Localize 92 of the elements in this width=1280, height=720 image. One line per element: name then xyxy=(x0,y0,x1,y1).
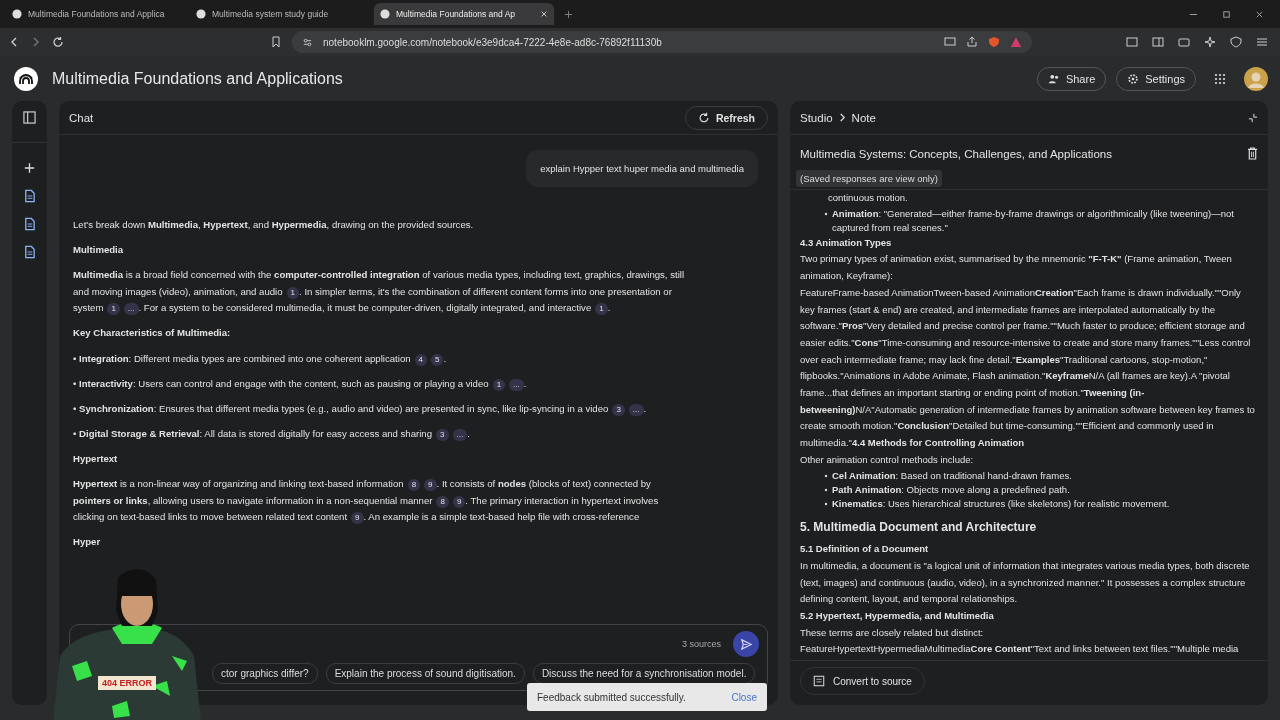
note-title: Multimedia Systems: Concepts, Challenges, and Applications xyxy=(800,147,1112,160)
document-icon[interactable] xyxy=(23,217,36,231)
citation-link[interactable]: 1 xyxy=(595,303,608,316)
citation-link[interactable]: 9 xyxy=(452,495,466,508)
trash-icon[interactable] xyxy=(1247,147,1258,160)
note-paragraph: In multimedia, a document is "a logical unit of information that integrates various media types, both discrete (text, images) and continuous (audio, video), in a synchronized manner." It possesses a complex structure defining content, layout, and temporal relationships. xyxy=(800,558,1251,607)
section-heading: Key Characteristics of Multimedia: xyxy=(73,326,232,341)
subsection-heading: 5.1 Definition of a Document xyxy=(800,542,930,557)
close-icon[interactable] xyxy=(540,10,548,18)
citation-link[interactable]: 5 xyxy=(431,353,444,366)
section-heading: 5. Multimedia Document and Architecture xyxy=(800,518,1038,536)
breadcrumb-current: Note xyxy=(851,111,876,124)
section-heading: Hypertext xyxy=(73,451,119,466)
paragraph: • Digital Storage & Retrieval: All data is stored digitally for easy access and sharing 3 ... . xyxy=(73,426,471,443)
menu-icon[interactable] xyxy=(1256,36,1268,48)
panel-toggle-icon[interactable] xyxy=(23,111,36,124)
settings-icon xyxy=(1127,72,1140,85)
paragraph: Hypertext is a non-linear way of organizing and linking text-based information 8 9 . It consists of nodes (blocks of text) connected by pointers or links, allowing users to navigate information in a non-sequential manner 8 9 . The primary interaction in hypertext involves clicking on text-based links to move between related text content 9 . An example is a simple text-based help file with cross-reference xyxy=(73,477,660,526)
note-paragraph: FeatureFrame-based AnimationTween-based AnimationCreation"Each frame is drawn individually.""Only key frames (start & end) are created, and intermediate frames are interpolated automatically by the software."Pros"Very detailed and precise control per frame.""Much faster to produce; efficient storage and easier edits."Cons"Time-consuming and resource-intensive to create and store many frames.""Less control over each intermediate frame; may lack fine detail."Examples"Traditional cartoons, stop-motion," flipbooks."Animations in Adobe Animate, Flash animation."KeyframeN/A (all frames are key).A "pivotal frame...that defines an important starting or ending point of motion."Tweening (in-betweening)N/A"Automatic generation of intermediate frames by animation software between key frames to create smooth motion."Conclusion"Detailed but time-consuming.""Efficient and commonly used in multimedia."4.4 Methods for Controlling Animation xyxy=(800,285,1256,451)
view-only-notice: (Saved responses are view only) xyxy=(796,170,942,187)
subsection-heading: 4.3 Animation Types xyxy=(800,235,893,250)
tab-favicon-icon xyxy=(196,9,206,19)
collapse-icon[interactable] xyxy=(1248,112,1258,123)
add-icon[interactable] xyxy=(23,161,36,175)
citation-link[interactable]: 9 xyxy=(351,512,364,525)
note-paragraph: Other animation control methods include: xyxy=(800,452,975,467)
app-logo-icon[interactable] xyxy=(14,66,38,91)
apps-grid-icon[interactable] xyxy=(1214,72,1226,85)
citation-link[interactable]: 8 xyxy=(436,495,449,508)
close-link[interactable]: Close xyxy=(731,691,757,703)
citation-link[interactable]: ... xyxy=(452,428,468,441)
citation-link[interactable]: 3 xyxy=(612,403,625,416)
sidebar-icon[interactable] xyxy=(1152,36,1164,48)
note-text: continuous motion. xyxy=(827,191,909,205)
user-message: explain Hypper text huper media and multimedia xyxy=(526,150,758,187)
paragraph: Multimedia is a broad field concerned with the computer-controlled integration of various media types, including text, graphics, drawings, still and moving images (video), animation, and audio 1 . In simpler terms, it's the combination of different content forms into one presentation or system 1 ... . For a system to be considered multimedia, it must be computer-driven, digitally integrated, and interactive 1 . xyxy=(73,268,685,317)
tab-favicon-icon xyxy=(380,9,390,19)
paragraph: Let's break down Multimedia, Hypertext, and Hypermedia, drawing on the provided sources. xyxy=(73,218,475,232)
bullet-text: Kinematics: Uses hierarchical structures (like skeletons) for realistic movement. xyxy=(832,496,1170,511)
citation-link[interactable]: ... xyxy=(123,303,139,316)
paragraph: • Synchronization: Ensures that different media types (e.g., audio and video) are presented in sync, like lip-syncing in a video 3 ... . xyxy=(73,401,648,418)
section-heading: Multimedia xyxy=(73,243,125,258)
browser-tab[interactable]: Multimedia Foundations and Applica xyxy=(6,3,186,25)
section-heading: Hyper xyxy=(73,535,102,550)
citation-link[interactable]: 3 xyxy=(436,428,449,441)
citation-link[interactable]: 1 xyxy=(107,303,120,316)
bookmark-icon[interactable] xyxy=(270,36,282,48)
shield-icon[interactable] xyxy=(988,36,1000,48)
citation-link[interactable]: ... xyxy=(509,378,524,391)
citation-link[interactable]: 1 xyxy=(286,286,300,299)
citation-link[interactable]: 9 xyxy=(424,479,437,492)
bullet-text: Cel Animation: Based on traditional hand-drawn frames. xyxy=(832,468,1072,483)
citation-link[interactable]: 1 xyxy=(492,378,506,391)
site-settings-icon[interactable] xyxy=(302,36,313,48)
chevron-right-icon xyxy=(838,113,846,122)
restore-icon[interactable] xyxy=(1222,9,1231,19)
paragraph: • Integration: Different media types are combined into one coherent application 4 5 . xyxy=(73,351,448,368)
paragraph: • Interactivity: Users can control and engage with the content, such as pausing or playing a video 1 ... . xyxy=(73,376,528,393)
shield-outline-icon[interactable] xyxy=(1230,36,1242,48)
address-bar[interactable]: notebooklm.google.com/notebook/e3e9dca4-7222-4e8e-ad8c-76892f11130b xyxy=(292,31,1032,53)
bullet-text: Path Animation: Objects move along a predefined path. xyxy=(832,482,1070,497)
panel-title: Chat xyxy=(69,111,94,124)
toast-message: Feedback submitted successfully. xyxy=(537,691,686,703)
hoodie-label: 404 ERROR xyxy=(98,676,157,690)
note-icon xyxy=(813,675,825,687)
browser-tab[interactable]: Multimedia Foundations and Ap xyxy=(374,3,554,25)
browser-tab[interactable]: Multimedia system study guide xyxy=(190,3,370,25)
new-tab-icon[interactable] xyxy=(564,9,573,19)
note-paragraph: Two primary types of animation exist, summarised by the mnemonic "F-T-K" (Frame animation, Tween animation, Keyframe): xyxy=(800,252,1233,284)
send-icon xyxy=(739,637,753,651)
reload-icon[interactable] xyxy=(52,36,64,48)
share-icon[interactable] xyxy=(966,36,978,48)
citation-link[interactable]: 8 xyxy=(407,479,421,492)
avatar-icon[interactable] xyxy=(1244,66,1268,91)
suggestion-chip[interactable]: Explain the process of sound digitisation. xyxy=(325,663,525,684)
note-paragraph: These terms are closely related but distinct: xyxy=(800,625,985,640)
people-icon xyxy=(1047,72,1060,85)
document-icon[interactable] xyxy=(23,245,36,259)
citation-link[interactable]: 4 xyxy=(414,353,427,366)
citation-link[interactable]: ... xyxy=(628,403,644,416)
send-button[interactable] xyxy=(733,631,759,657)
notebook-title: Multimedia Foundations and Applications xyxy=(52,69,343,88)
breadcrumb-link[interactable]: Studio xyxy=(800,111,833,124)
close-icon[interactable] xyxy=(1255,9,1264,19)
refresh-icon xyxy=(697,111,710,124)
subsection-heading: 5.2 Hypertext, Hypermedia, and Multimedia xyxy=(800,609,995,624)
source-count: 3 sources xyxy=(681,639,721,649)
suggestion-chip[interactable]: ctor graphics differ? xyxy=(212,663,318,684)
bullet-text: Animation: "Generated—either frame-by-frame drawings or algorithmically (like tweening)—not captured from real scenes." xyxy=(832,206,1235,235)
note-paragraph: FeatureHypertextHypermediaMultimediaCore Content"Text and links between text files.""Multiple media xyxy=(800,642,1240,657)
tab-favicon-icon xyxy=(12,9,22,19)
document-icon[interactable] xyxy=(23,189,36,203)
